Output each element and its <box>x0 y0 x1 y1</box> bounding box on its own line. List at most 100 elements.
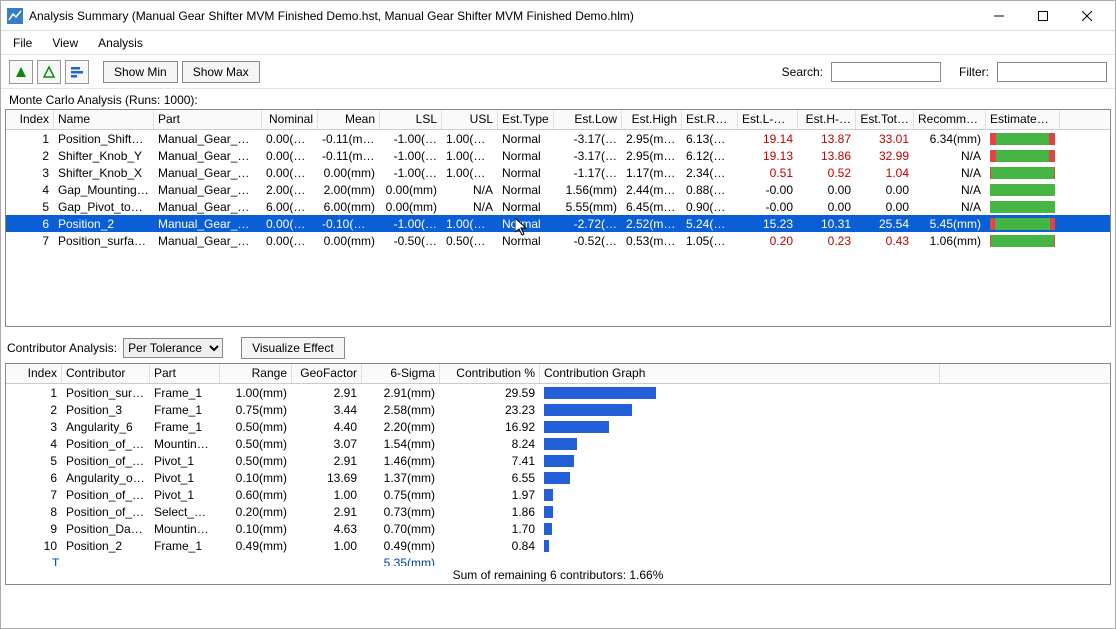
table-row[interactable]: 1Position_Shifter_…Manual_Gear_Sh…0.00(m… <box>6 130 1110 147</box>
column-header[interactable]: LSL <box>380 110 442 129</box>
cell: Manual_Gear_Sh… <box>154 234 262 248</box>
table-row[interactable]: 4Position_of_ho…Mountin…0.50(mm)3.071.54… <box>6 435 1110 452</box>
cell: 0.00(mm) <box>262 234 318 248</box>
table-row[interactable]: 6Position_2Manual_Gear_Sh…0.00(mm)-0.10(… <box>6 215 1110 232</box>
column-header[interactable]: Recommen… <box>914 110 986 129</box>
column-header[interactable]: Est.Type <box>498 110 554 129</box>
contributor-mode-select[interactable]: Per Tolerance <box>123 338 223 358</box>
table-row[interactable]: 2Shifter_Knob_YManual_Gear_Sh…0.00(mm)-0… <box>6 147 1110 164</box>
visualize-effect-button[interactable]: Visualize Effect <box>241 337 345 359</box>
cell: 0.00 <box>798 200 856 214</box>
table-row[interactable]: 5Gap_Pivot_to_StickManual_Gear_Sh…6.00(m… <box>6 198 1110 215</box>
cell: 4 <box>6 437 62 451</box>
table-row[interactable]: 7Position_of_slo…Pivot_10.60(mm)1.000.75… <box>6 486 1110 503</box>
table-row[interactable]: 6Angularity_of_…Pivot_10.10(mm)13.691.37… <box>6 469 1110 486</box>
menu-analysis[interactable]: Analysis <box>90 34 151 52</box>
column-header[interactable]: GeoFactor <box>292 364 362 383</box>
close-button[interactable] <box>1065 2 1109 30</box>
table-row[interactable]: 7Position_surfacic…Manual_Gear_Sh…0.00(m… <box>6 232 1110 249</box>
table-row[interactable]: 8Position_of_ba…Select_…0.20(mm)2.910.73… <box>6 503 1110 520</box>
column-header[interactable]: Est.Tot… <box>856 110 914 129</box>
column-header[interactable]: Contribution % <box>440 364 540 383</box>
table-row[interactable]: 3Shifter_Knob_XManual_Gear_Sh…0.00(mm)0.… <box>6 164 1110 181</box>
cell: 6.12(mm) <box>682 149 738 163</box>
cell: 6.13(mm) <box>682 132 738 146</box>
column-header[interactable]: Est.H-… <box>798 110 856 129</box>
cell: 15.23 <box>738 217 798 231</box>
table-row[interactable]: 4Gap_Mounting_B…Manual_Gear_Sh…2.00(mm)2… <box>6 181 1110 198</box>
cpk-bar <box>986 201 1060 213</box>
search-label: Search: <box>782 65 823 79</box>
cell: 1.86 <box>440 505 540 519</box>
bars-icon[interactable] <box>65 60 89 84</box>
cell: 3.07 <box>292 437 362 451</box>
cell: 19.13 <box>738 149 798 163</box>
filter-label: Filter: <box>959 65 989 79</box>
column-header[interactable]: Estimated P… <box>986 110 1060 129</box>
column-header[interactable]: Index <box>6 110 54 129</box>
column-header[interactable]: Part <box>150 364 220 383</box>
total-row: Total:5.35(mm) <box>6 554 1110 566</box>
tree-outline-icon[interactable] <box>37 60 61 84</box>
maximize-button[interactable] <box>1021 2 1065 30</box>
minimize-button[interactable] <box>977 2 1021 30</box>
cell: 0.00 <box>856 200 914 214</box>
column-header[interactable]: 6-Sigma <box>362 364 440 383</box>
table-row[interactable]: 1Position_surfa…Frame_11.00(mm)2.912.91(… <box>6 384 1110 401</box>
column-header[interactable]: USL <box>442 110 498 129</box>
cell: -0.50(… <box>380 234 442 248</box>
column-header[interactable]: Nominal <box>262 110 318 129</box>
cell: N/A <box>914 200 986 214</box>
filter-input[interactable] <box>997 62 1107 82</box>
table-row[interactable]: 10Position_2Frame_10.49(mm)1.000.49(mm)0… <box>6 537 1110 554</box>
cell: Mountin… <box>150 522 220 536</box>
cell: -0.11(mm) <box>318 149 380 163</box>
table-row[interactable]: 5Position_of_ho…Pivot_10.50(mm)2.911.46(… <box>6 452 1110 469</box>
cell: 9 <box>6 522 62 536</box>
cell: 7 <box>6 234 54 248</box>
cell: 8 <box>6 505 62 519</box>
search-input[interactable] <box>831 62 941 82</box>
column-header[interactable]: Mean <box>318 110 380 129</box>
table-row[interactable]: 3Angularity_6Frame_10.50(mm)4.402.20(mm)… <box>6 418 1110 435</box>
column-header[interactable]: Part <box>154 110 262 129</box>
cell: 2.34(mm) <box>682 166 738 180</box>
cell: 0.43 <box>856 234 914 248</box>
cell: 2 <box>6 149 54 163</box>
show-max-button[interactable]: Show Max <box>182 61 260 83</box>
table-row[interactable]: 2Position_3Frame_10.75(mm)3.442.58(mm)23… <box>6 401 1110 418</box>
tree-solid-icon[interactable] <box>9 60 33 84</box>
table-row[interactable]: 9Position_Datu…Mountin…0.10(mm)4.630.70(… <box>6 520 1110 537</box>
cell: 0.88(mm) <box>682 183 738 197</box>
contribution-bar <box>540 387 940 399</box>
cell: -0.52(… <box>554 234 622 248</box>
cell: Gap_Mounting_B… <box>54 183 154 197</box>
cell: Pivot_1 <box>150 488 220 502</box>
cell: 2.91(mm) <box>362 386 440 400</box>
cell: 3 <box>6 166 54 180</box>
menu-view[interactable]: View <box>44 34 86 52</box>
cell: N/A <box>442 183 498 197</box>
cell: 1 <box>6 132 54 146</box>
column-header[interactable]: Range <box>220 364 292 383</box>
column-header[interactable]: Contributor <box>62 364 150 383</box>
column-header[interactable]: Est.L-O… <box>738 110 798 129</box>
column-header[interactable]: Name <box>54 110 154 129</box>
column-header[interactable]: Est.Low <box>554 110 622 129</box>
cell: 23.23 <box>440 403 540 417</box>
column-header[interactable]: Index <box>6 364 62 383</box>
cell: Pivot_1 <box>150 471 220 485</box>
cell: Position_of_ho… <box>62 454 150 468</box>
cell: 5 <box>6 200 54 214</box>
column-header[interactable]: Est.Ra… <box>682 110 738 129</box>
show-min-button[interactable]: Show Min <box>103 61 178 83</box>
cell: Pivot_1 <box>150 454 220 468</box>
cell: 0.00(mm) <box>380 183 442 197</box>
cell: Total: <box>6 556 62 567</box>
column-header[interactable]: Est.High <box>622 110 682 129</box>
cell: 6.00(mm) <box>318 200 380 214</box>
cell: 1.06(mm) <box>914 234 986 248</box>
column-header[interactable]: Contribution Graph <box>540 364 940 383</box>
menu-file[interactable]: File <box>5 34 40 52</box>
cpk-bar <box>986 167 1060 179</box>
